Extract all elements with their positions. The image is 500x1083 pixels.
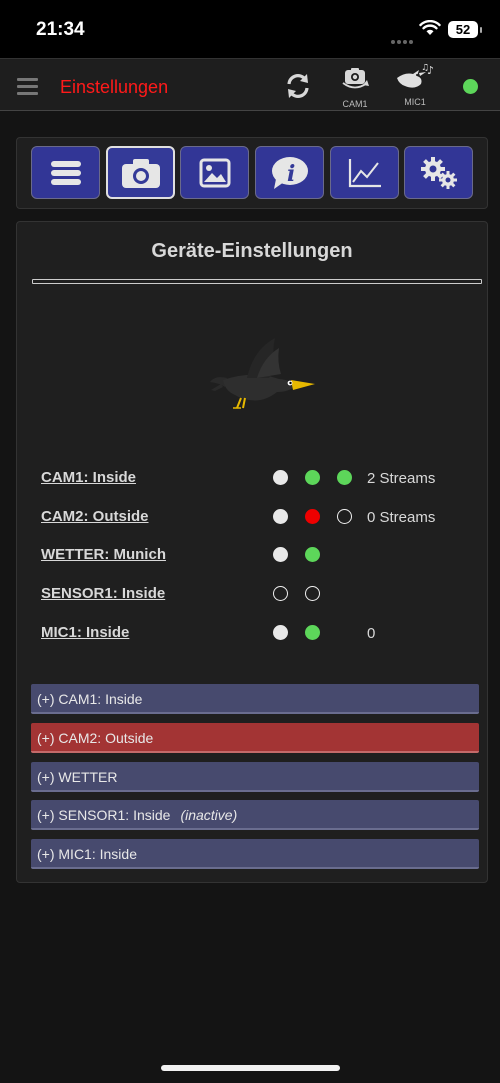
- device-status-dot: [273, 547, 288, 562]
- section-toggle-cam1[interactable]: (+) CAM1: Inside: [31, 684, 479, 714]
- device-status-dot: [273, 586, 288, 601]
- hamburger-menu-icon[interactable]: [17, 78, 38, 95]
- device-settings-panel: Geräte-Einstellungen CAM1: Inside 2 Stre…: [16, 221, 488, 883]
- list-icon: [50, 160, 81, 185]
- device-stream-count: 0: [367, 625, 376, 642]
- section-label: (+) SENSOR1: Inside: [37, 807, 171, 823]
- inactive-note: (inactive): [180, 807, 238, 823]
- svg-text:i: i: [287, 161, 295, 187]
- home-indicator[interactable]: [161, 1065, 340, 1071]
- cellular-signal-icon: [391, 31, 415, 49]
- device-status-dot: [273, 625, 288, 640]
- device-stream-count: 0 Streams: [367, 509, 436, 526]
- statistics-button[interactable]: [330, 146, 399, 199]
- camera-rotate-icon: [342, 68, 369, 89]
- ios-status-bar: 21:34 52: [0, 0, 500, 58]
- section-toggle-sensor1[interactable]: (+) SENSOR1: Inside (inactive): [31, 800, 479, 830]
- device-link[interactable]: SENSOR1: Inside: [41, 585, 165, 602]
- camera-icon: [121, 158, 160, 188]
- section-label: (+) WETTER: [37, 769, 118, 785]
- singing-bird-icon: ♪ ♫: [397, 63, 434, 88]
- camera-switch-button[interactable]: CAM1: [340, 67, 370, 109]
- device-row-sensor1: SENSOR1: Inside: [41, 582, 481, 606]
- info-icon: i: [271, 156, 308, 189]
- panel-title: Geräte-Einstellungen: [151, 240, 353, 262]
- page-title: Einstellungen: [60, 77, 169, 97]
- device-stream-count: 2 Streams: [367, 470, 436, 487]
- device-status-dot: [305, 470, 320, 485]
- info-button[interactable]: i: [255, 146, 324, 199]
- device-link[interactable]: MIC1: Inside: [41, 624, 129, 641]
- menu-button[interactable]: [31, 146, 100, 199]
- section-toggle-cam2[interactable]: (+) CAM2: Outside: [31, 723, 479, 753]
- gears-icon: [420, 156, 457, 189]
- device-link[interactable]: CAM1: Inside: [41, 469, 136, 486]
- device-link[interactable]: CAM2: Outside: [41, 508, 149, 525]
- image-icon: [199, 158, 230, 187]
- connection-status-indicator: [463, 79, 478, 94]
- device-status-dot: [305, 509, 320, 524]
- refresh-icon[interactable]: [284, 72, 312, 105]
- device-status-dot: [273, 509, 288, 524]
- crow-logo-icon: [207, 332, 319, 417]
- section-label: (+) CAM2: Outside: [37, 730, 154, 746]
- camera-button[interactable]: [106, 146, 175, 199]
- section-toggle-wetter[interactable]: (+) WETTER: [31, 762, 479, 792]
- device-status-dot: [273, 470, 288, 485]
- device-status-dot: [337, 509, 352, 524]
- device-status-dot: [305, 586, 320, 601]
- section-label: (+) CAM1: Inside: [37, 691, 143, 707]
- device-row-cam2: CAM2: Outside 0 Streams: [41, 505, 481, 529]
- device-link[interactable]: WETTER: Munich: [41, 546, 166, 563]
- device-status-dot: [337, 470, 352, 485]
- microphone-label: MIC1: [404, 97, 426, 107]
- camera-label: CAM1: [342, 99, 368, 109]
- status-time: 21:34: [36, 19, 85, 40]
- title-divider: [32, 279, 482, 284]
- gallery-button[interactable]: [180, 146, 249, 199]
- device-row-wetter: WETTER: Munich: [41, 543, 481, 567]
- device-row-cam1: CAM1: Inside 2 Streams: [41, 466, 481, 490]
- battery-indicator: 52: [448, 21, 482, 38]
- section-toggle-mic1[interactable]: (+) MIC1: Inside: [31, 839, 479, 869]
- device-status-dot: [305, 625, 320, 640]
- svg-text:♫: ♫: [421, 64, 429, 73]
- app-header: Einstellungen CAM1 ♪ ♫ MIC1: [0, 58, 500, 111]
- section-label: (+) MIC1: Inside: [37, 846, 137, 862]
- device-row-mic1: MIC1: Inside 0: [41, 621, 481, 645]
- wifi-icon: [419, 19, 441, 41]
- settings-button[interactable]: [404, 146, 473, 199]
- line-chart-icon: [348, 158, 381, 187]
- toolbar: i: [16, 137, 488, 209]
- microphone-bird-button[interactable]: ♪ ♫ MIC1: [393, 63, 437, 107]
- device-status-dot: [305, 547, 320, 562]
